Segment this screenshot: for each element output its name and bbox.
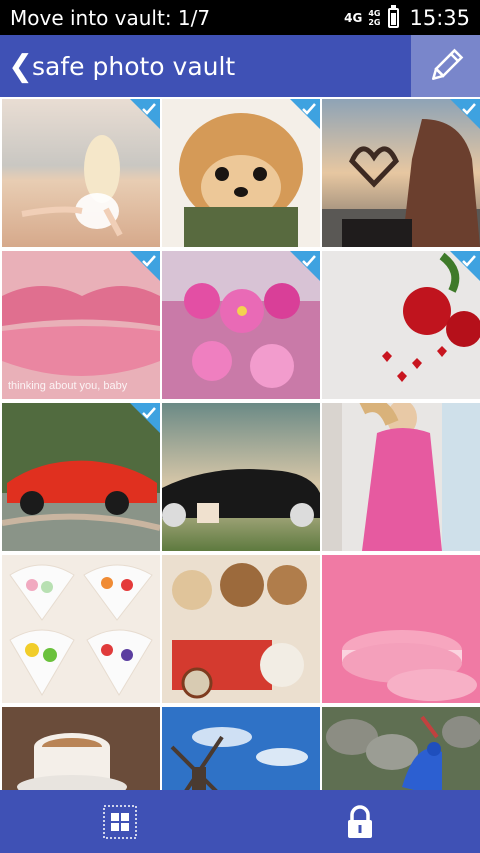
lips-caption: thinking about you, baby <box>8 380 128 392</box>
macarons-image <box>322 555 480 703</box>
clock: 15:35 <box>409 5 470 30</box>
selected-check-icon <box>450 251 480 281</box>
photo-thumbnail-beach-girl[interactable] <box>2 99 160 247</box>
selected-check-icon <box>290 251 320 281</box>
bottom-toolbar <box>0 790 480 853</box>
photo-thumbnail-candy[interactable] <box>2 555 160 703</box>
page-title: safe photo vault <box>32 51 236 81</box>
photo-thumbnail-flowers[interactable] <box>162 251 320 399</box>
photo-thumbnail-teddy-bears[interactable] <box>162 555 320 703</box>
photo-thumbnail-puppy[interactable] <box>162 99 320 247</box>
photo-thumbnail-coffee[interactable] <box>2 707 160 790</box>
peacock-image <box>322 707 480 790</box>
candy-image <box>2 555 160 703</box>
photo-thumbnail-black-car[interactable] <box>162 403 320 551</box>
lock-icon <box>348 804 372 838</box>
network-4g-label: 4G <box>344 10 363 25</box>
network-dual-sim: 4G 2G <box>368 9 380 27</box>
selected-check-icon <box>290 99 320 129</box>
photo-thumbnail-pink-dress[interactable] <box>322 403 480 551</box>
lock-button[interactable] <box>240 790 480 853</box>
pencil-icon <box>431 48 463 80</box>
photo-thumbnail-peacock[interactable] <box>322 707 480 790</box>
chevron-left-icon[interactable]: ❮ <box>0 49 33 84</box>
status-bar: Move into vault: 1/7 4G 4G 2G 15:35 <box>0 0 480 35</box>
photo-thumbnail-windmill[interactable] <box>162 707 320 790</box>
battery-icon <box>388 4 400 28</box>
edit-button[interactable] <box>411 35 480 97</box>
photo-thumbnail-heart-hands[interactable] <box>322 99 480 247</box>
network-sim1-label: 4G <box>368 8 381 18</box>
selected-check-icon <box>130 403 160 433</box>
select-all-grid-icon <box>103 804 137 839</box>
network-sim2-label: 2G <box>368 17 381 27</box>
photo-thumbnail-lips[interactable]: thinking about you, baby <box>2 251 160 399</box>
photo-grid: thinking about you, baby <box>0 97 480 790</box>
windmill-image <box>162 707 320 790</box>
photo-thumbnail-macarons[interactable] <box>322 555 480 703</box>
coffee-image <box>2 707 160 790</box>
selected-check-icon <box>130 99 160 129</box>
teddy-bears-image <box>162 555 320 703</box>
status-title: Move into vault: 1/7 <box>10 5 211 30</box>
selected-check-icon <box>130 251 160 281</box>
black-car-image <box>162 403 320 551</box>
status-indicators: 4G 4G 2G 15:35 <box>344 4 470 30</box>
select-all-button[interactable] <box>0 790 240 853</box>
selected-check-icon <box>450 99 480 129</box>
pink-dress-image <box>322 403 480 551</box>
photo-thumbnail-roses[interactable] <box>322 251 480 399</box>
photo-thumbnail-red-car[interactable] <box>2 403 160 551</box>
app-header: ❮ safe photo vault <box>0 35 480 97</box>
